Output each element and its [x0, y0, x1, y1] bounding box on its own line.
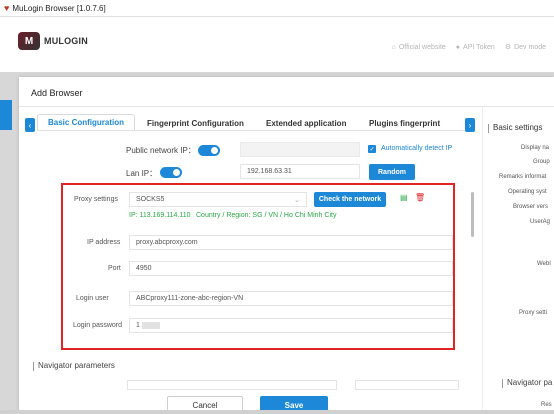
official-website-link[interactable]: ⌂ Official website	[392, 43, 446, 51]
navigator-input-2[interactable]	[355, 380, 459, 390]
check-network-button[interactable]: Check the network	[314, 192, 386, 207]
navigator-parameters-title: Navigator parameters	[33, 361, 115, 371]
detected-region: Country / Region: SG / VN / Ho Chi Minh …	[196, 212, 337, 219]
logo-mark-icon: M	[18, 32, 40, 50]
bottom-edge	[0, 410, 554, 414]
rp-useragent-label: UserAg	[530, 219, 551, 225]
rp-webgl-label: WebI	[537, 261, 551, 267]
port-label: Port	[108, 265, 121, 272]
app-header: M MULOGIN ⌂ Official website ● API Token ⚙…	[0, 17, 554, 72]
navigator-input-1[interactable]	[127, 380, 337, 390]
dev-mode-link[interactable]: ⚙ Dev mode	[504, 43, 546, 52]
rp-display-name-label: Display na	[521, 145, 550, 151]
public-ip-input[interactable]	[240, 142, 360, 157]
user-icon: ●	[455, 43, 461, 51]
tabs-underline	[37, 130, 465, 131]
lan-ip-label: Lan IP：	[126, 169, 158, 178]
api-token-link[interactable]: ● API Token	[456, 43, 495, 51]
logo-text: MULOGIN	[44, 36, 88, 46]
app-icon: ♥	[4, 3, 10, 13]
login-password-label: Login password	[73, 322, 123, 329]
chevron-down-icon: ⌄	[294, 196, 300, 204]
random-button[interactable]: Random	[369, 164, 415, 180]
rp-navigator-title: Navigator pa	[501, 378, 553, 388]
rp-os-label: Operating syst	[508, 189, 547, 195]
port-input[interactable]: 4950	[129, 261, 453, 276]
gear-icon: ⚙	[504, 44, 512, 51]
lan-ip-input[interactable]: 192.168.63.31	[240, 164, 360, 179]
ip-address-input[interactable]: proxy.abcproxy.com	[129, 235, 453, 250]
rp-browser-version-label: Browser vers	[513, 204, 549, 210]
top-links: ⌂ Official website ● API Token ⚙ Dev mode	[392, 43, 546, 52]
divider	[19, 106, 554, 107]
tab-fingerprint-configuration[interactable]: Fingerprint Configuration	[147, 119, 244, 128]
login-user-label: Login user	[76, 295, 109, 302]
tab-plugins-fingerprint[interactable]: Plugins fingerprint	[369, 119, 440, 128]
tab-extended-application[interactable]: Extended application	[266, 119, 346, 128]
login-password-value: 1	[136, 322, 140, 329]
logo: M MULOGIN	[18, 32, 88, 50]
rp-remarks-label: Remarks informat	[499, 174, 547, 180]
login-password-input[interactable]: 1	[129, 318, 453, 333]
auto-detect-label: Automatically detect IP	[381, 145, 453, 152]
tab-basic-configuration[interactable]: Basic Configuration	[37, 114, 136, 130]
proxy-type-value: SOCKS5	[136, 196, 165, 203]
tabs-prev-button[interactable]: ‹	[25, 118, 35, 132]
window-titlebar: ♥ MuLogin Browser [1.0.7.6]	[0, 0, 554, 17]
rp-proxy-label: Proxy setti	[519, 310, 548, 316]
basic-settings-title: Basic settings	[487, 123, 543, 133]
tabs-next-button[interactable]: ›	[465, 118, 475, 132]
proxy-type-select[interactable]: SOCKS5 ⌄	[129, 192, 307, 207]
public-ip-toggle[interactable]	[198, 145, 220, 156]
scrollbar-thumb[interactable]	[471, 192, 474, 237]
auto-detect-checkbox[interactable]: ✓	[368, 145, 376, 153]
rp-resolution-label: Res	[541, 402, 552, 408]
password-mask	[141, 322, 160, 329]
trash-icon[interactable]: 🗑	[415, 193, 425, 202]
proxy-settings-label: Proxy settings	[74, 196, 118, 203]
right-panel-divider	[482, 107, 483, 414]
rp-group-label: Group	[533, 159, 550, 165]
home-icon: ⌂	[391, 43, 396, 51]
ip-address-label: IP address	[87, 239, 121, 246]
add-browser-dialog: Add Browser ‹ Basic Configuration Finger…	[19, 77, 554, 414]
login-user-input[interactable]: ABCproxy111-zone-abc-region-VN	[129, 291, 453, 306]
copy-icon[interactable]: ▤	[400, 193, 408, 202]
background-blue-strip	[0, 100, 12, 130]
window-title: MuLogin Browser [1.0.7.6]	[12, 3, 106, 13]
dialog-title: Add Browser	[31, 88, 83, 98]
detected-ip: IP: 113.169.114.110	[129, 212, 191, 219]
lan-ip-toggle[interactable]	[160, 167, 182, 178]
public-ip-label: Public network IP：	[126, 146, 196, 155]
